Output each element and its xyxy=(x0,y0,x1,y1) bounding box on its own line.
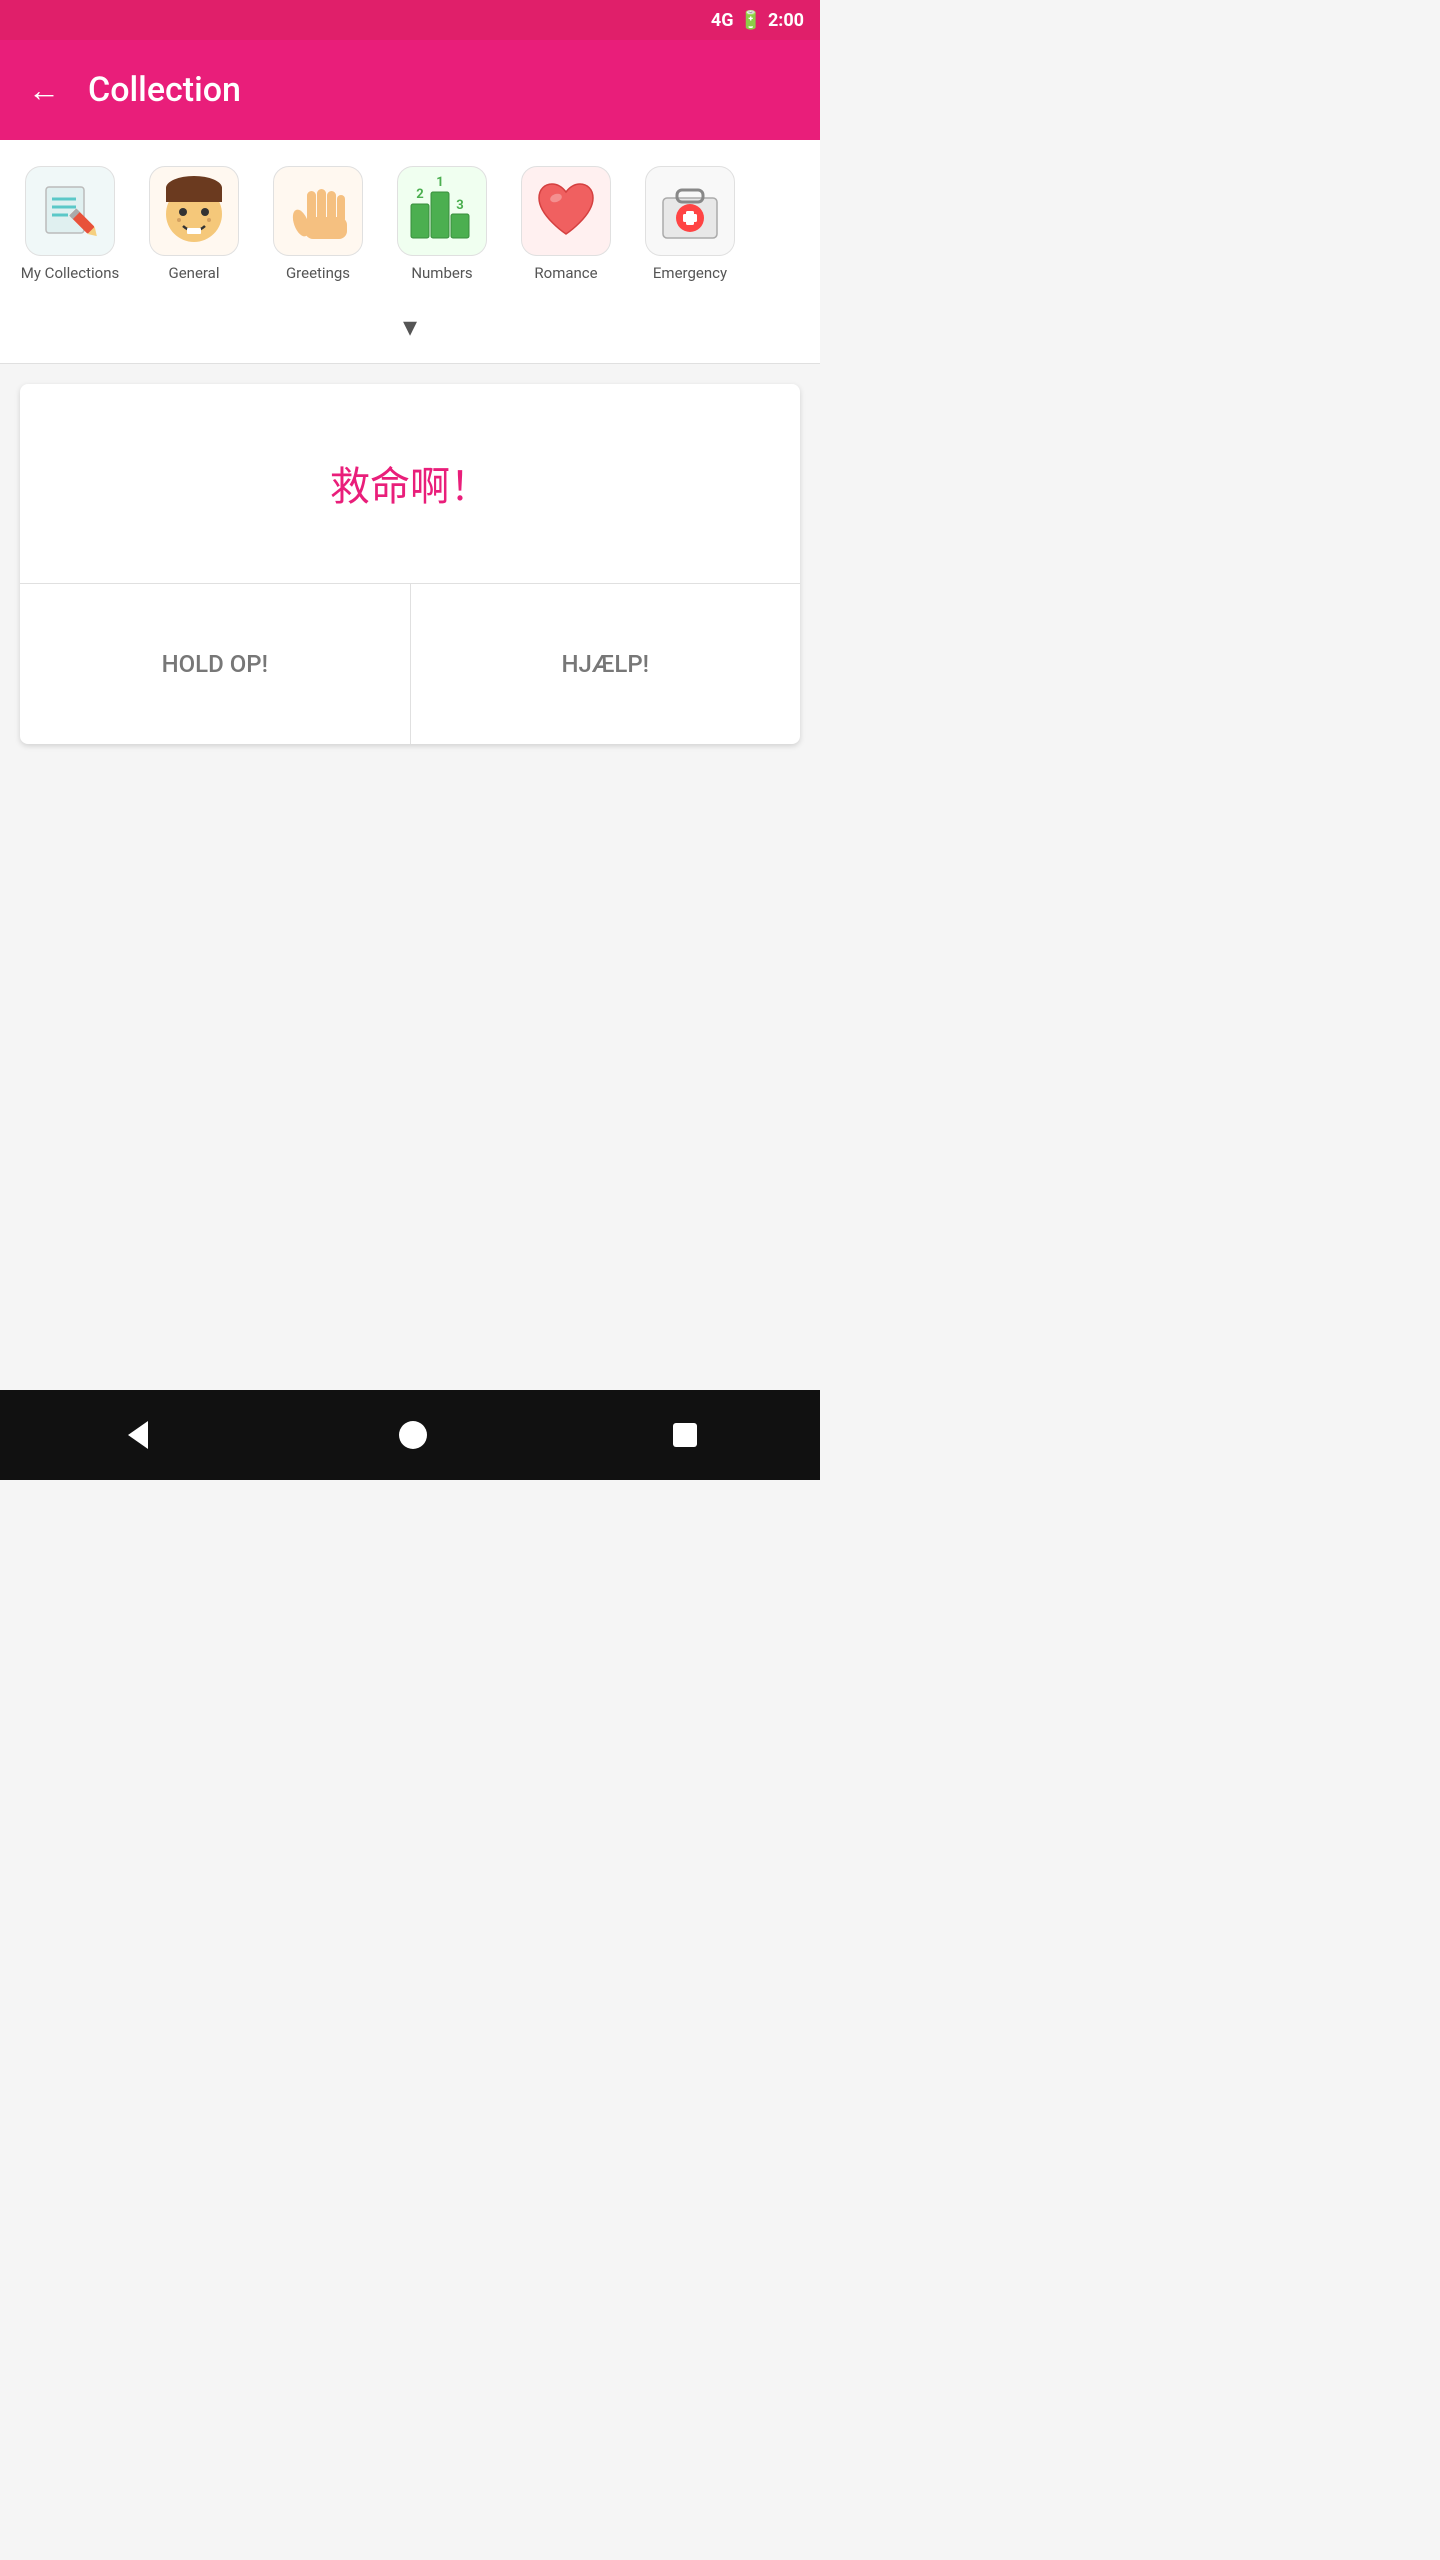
app-bar: ← Collection xyxy=(0,40,820,140)
medical-kit-icon xyxy=(655,176,725,246)
battery-icon: 🔋 xyxy=(740,10,762,31)
time-label: 2:00 xyxy=(768,10,804,31)
flashcard-top: 救命啊！ xyxy=(20,384,800,584)
flashcard-bottom: HOLD OP! HJÆLP! xyxy=(20,584,800,744)
svg-text:3: 3 xyxy=(456,198,463,213)
bottom-nav xyxy=(0,1390,820,1480)
general-label: General xyxy=(168,264,219,284)
category-item-my-collections[interactable]: My Collections xyxy=(10,160,130,290)
emergency-icon-container xyxy=(645,166,735,256)
category-item-general[interactable]: General xyxy=(134,160,254,290)
greetings-icon-container xyxy=(273,166,363,256)
svg-text:1: 1 xyxy=(436,176,443,190)
chevron-down-icon[interactable]: ▾ xyxy=(403,310,417,343)
romance-label: Romance xyxy=(534,264,597,284)
category-item-emergency[interactable]: Emergency xyxy=(630,160,750,290)
flashcard-area: 救命啊！ HOLD OP! HJÆLP! xyxy=(0,364,820,764)
nav-home-icon xyxy=(395,1417,431,1453)
heart-icon xyxy=(531,176,601,246)
numbers-podium-icon: 2 1 3 xyxy=(407,176,477,246)
flashcard-chinese-text: 救命啊！ xyxy=(330,454,490,512)
category-row: My Collections General xyxy=(0,140,820,300)
app-title: Collection xyxy=(88,70,241,110)
category-item-numbers[interactable]: 2 1 3 Numbers xyxy=(382,160,502,290)
nav-recent-button[interactable] xyxy=(670,1420,700,1450)
signal-label: 4G xyxy=(711,10,734,31)
numbers-label: Numbers xyxy=(411,264,472,284)
greetings-label: Greetings xyxy=(286,264,350,284)
nav-recent-icon xyxy=(670,1420,700,1450)
translation-danish[interactable]: HJÆLP! xyxy=(411,584,801,744)
back-button[interactable]: ← xyxy=(20,64,68,117)
nav-home-button[interactable] xyxy=(395,1417,431,1453)
romance-icon-container xyxy=(521,166,611,256)
status-icons: 4G 🔋 2:00 xyxy=(711,10,804,31)
status-bar: 4G 🔋 2:00 xyxy=(0,0,820,40)
category-item-greetings[interactable]: Greetings xyxy=(258,160,378,290)
hand-wave-icon xyxy=(283,176,353,246)
my-collections-label: My Collections xyxy=(21,264,119,284)
my-collections-icon-container xyxy=(25,166,115,256)
face-emoji-icon xyxy=(159,176,229,246)
nav-back-button[interactable] xyxy=(120,1417,156,1453)
nav-back-icon xyxy=(120,1417,156,1453)
general-icon-container xyxy=(149,166,239,256)
danish-text: HJÆLP! xyxy=(562,650,649,678)
numbers-icon-container: 2 1 3 xyxy=(397,166,487,256)
dutch-text: HOLD OP! xyxy=(162,650,268,678)
translation-dutch[interactable]: HOLD OP! xyxy=(20,584,411,744)
svg-text:2: 2 xyxy=(416,187,423,202)
emergency-label: Emergency xyxy=(653,264,727,284)
notebook-pencil-icon xyxy=(38,179,102,243)
flashcard: 救命啊！ HOLD OP! HJÆLP! xyxy=(20,384,800,744)
category-item-romance[interactable]: Romance xyxy=(506,160,626,290)
chevron-container[interactable]: ▾ xyxy=(0,300,820,364)
